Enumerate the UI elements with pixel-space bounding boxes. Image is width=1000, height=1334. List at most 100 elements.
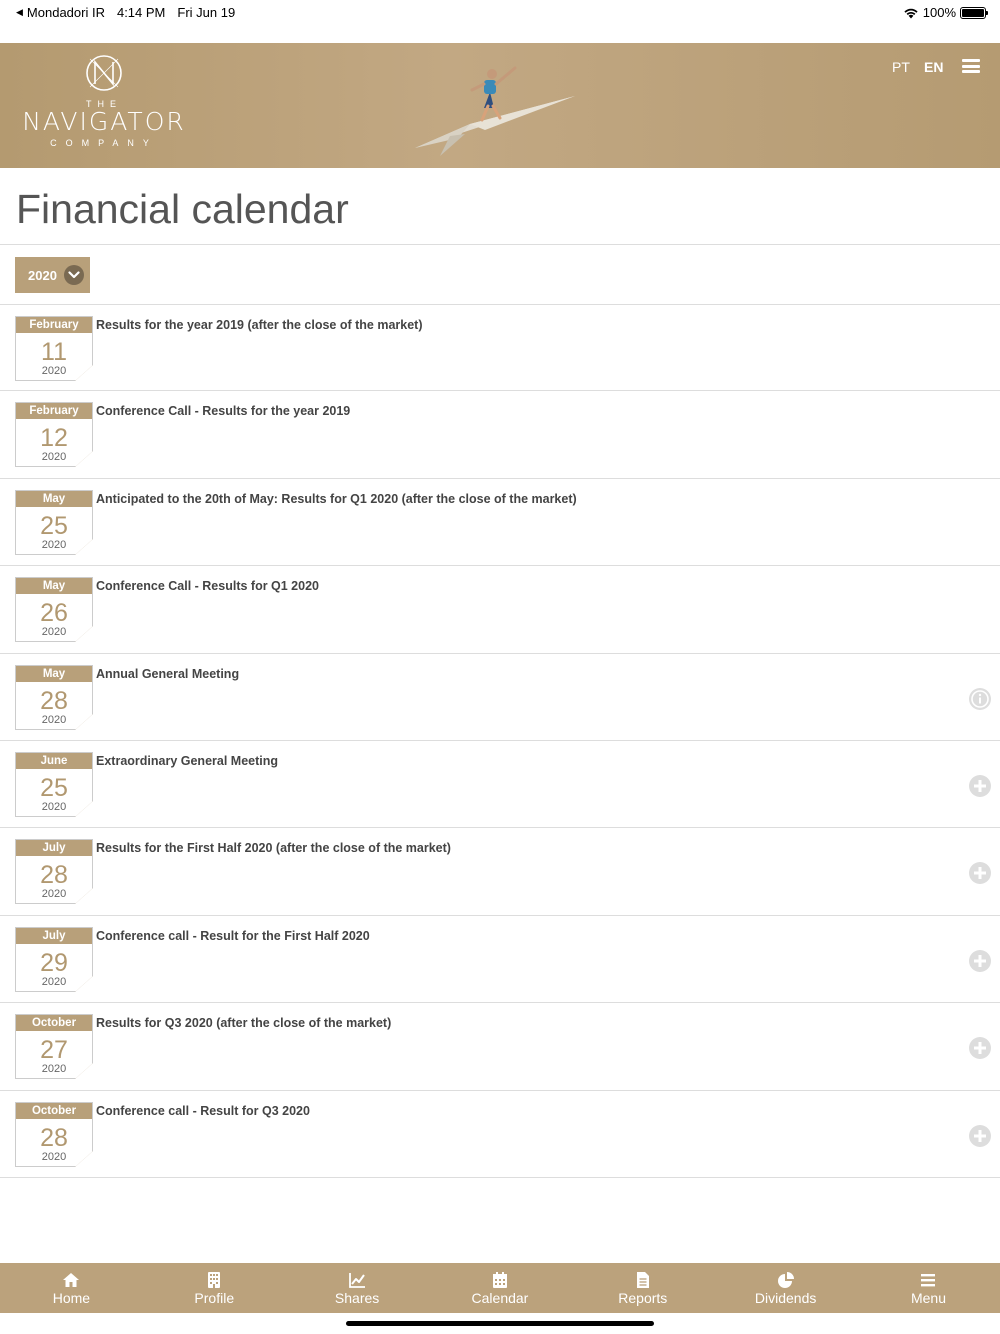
navigator-logo[interactable]: THE NAVIGATOR COMPANY: [14, 53, 194, 148]
language-en-link[interactable]: EN: [924, 59, 943, 75]
page-curl-corner: [75, 975, 93, 992]
event-day: 11: [41, 338, 67, 366]
pie-chart-icon: [777, 1271, 794, 1288]
bottom-tab-bar: Home Profile Shares Calendar Reports Div…: [0, 1263, 1000, 1313]
event-day: 29: [40, 948, 68, 977]
paper-plane-surfer-illustration: [415, 66, 575, 156]
event-month: May: [16, 578, 92, 595]
page-curl-corner: [75, 1150, 93, 1167]
tab-label: Shares: [334, 1289, 380, 1306]
battery-percent: 100%: [922, 5, 956, 20]
list-item[interactable]: October 27 2020 Results for Q3 2020 (aft…: [0, 1003, 1000, 1091]
tab-calendar[interactable]: Calendar: [429, 1263, 572, 1313]
title-divider: [0, 244, 1000, 245]
year-select[interactable]: 2020: [15, 257, 90, 293]
info-icon[interactable]: [969, 687, 991, 710]
calendar-date-badge: May 25 2020: [15, 489, 93, 555]
navigator-logo-icon: [86, 55, 122, 91]
calendar-date-badge: July 28 2020: [15, 839, 93, 905]
event-day: 27: [40, 1036, 68, 1065]
calendar-date-badge: June 25 2020: [15, 751, 93, 817]
calendar-date-badge: February 11 2020: [15, 316, 93, 381]
tab-dividends[interactable]: Dividends: [714, 1263, 857, 1313]
event-day: 12: [40, 424, 68, 453]
event-title[interactable]: Conference Call - Results for Q1 2020: [96, 579, 319, 593]
document-icon: [636, 1271, 649, 1288]
plus-icon[interactable]: [969, 1124, 991, 1147]
logo-name: NAVIGATOR: [22, 107, 186, 136]
tab-label: Reports: [618, 1289, 668, 1306]
event-month: February: [16, 403, 92, 420]
event-title[interactable]: Conference call - Result for Q3 2020: [96, 1104, 310, 1118]
event-month: October: [16, 1015, 92, 1032]
event-month: October: [16, 1102, 92, 1119]
event-title[interactable]: Results for the First Half 2020 (after t…: [96, 841, 451, 855]
calendar-date-badge: October 28 2020: [15, 1101, 93, 1167]
tab-label: Calendar: [471, 1289, 529, 1306]
tab-shares[interactable]: Shares: [286, 1263, 429, 1313]
list-item[interactable]: May 26 2020 Conference Call - Results fo…: [0, 566, 1000, 654]
event-title[interactable]: Conference Call - Results for the year 2…: [96, 404, 350, 418]
page-curl-corner: [75, 626, 93, 643]
list-item[interactable]: October 28 2020 Conference call - Result…: [0, 1091, 1000, 1178]
hamburger-menu-icon[interactable]: [962, 59, 980, 73]
tab-label: Menu: [910, 1289, 946, 1306]
building-icon: [208, 1271, 221, 1288]
back-arrow-icon[interactable]: ◀: [16, 7, 23, 22]
calendar-icon: [492, 1271, 507, 1288]
calendar-date-badge: July 29 2020: [15, 926, 93, 992]
wifi-icon: [904, 8, 918, 18]
plus-icon[interactable]: [969, 774, 991, 797]
app-header: THE NAVIGATOR COMPANY PT EN: [0, 43, 1000, 168]
plus-icon[interactable]: [969, 862, 991, 885]
status-bar: ◀ Mondadori IR 4:14 PM Fri Jun 19 100%: [0, 0, 1000, 43]
back-app-label[interactable]: Mondadori IR: [27, 5, 105, 20]
tab-profile[interactable]: Profile: [143, 1263, 286, 1313]
event-month: February: [16, 317, 92, 333]
event-title[interactable]: Extraordinary General Meeting: [96, 754, 278, 768]
event-title[interactable]: Anticipated to the 20th of May: Results …: [96, 492, 577, 506]
list-item[interactable]: February 12 2020 Conference Call - Resul…: [0, 391, 1000, 479]
event-day: 26: [40, 599, 68, 628]
year-select-value: 2020: [28, 267, 57, 283]
event-day: 28: [40, 686, 68, 715]
list-item[interactable]: June 25 2020 Extraordinary General Meeti…: [0, 741, 1000, 829]
list-item[interactable]: May 25 2020 Anticipated to the 20th of M…: [0, 479, 1000, 567]
event-month: July: [16, 840, 92, 857]
list-item[interactable]: July 28 2020 Results for the First Half …: [0, 828, 1000, 916]
page-curl-corner: [75, 713, 93, 730]
event-month: June: [16, 752, 92, 769]
event-list: February 11 2020 Results for the year 20…: [0, 304, 1000, 1178]
event-day: 25: [40, 511, 68, 540]
event-title[interactable]: Results for Q3 2020 (after the close of …: [96, 1016, 391, 1030]
tab-menu[interactable]: Menu: [857, 1263, 1000, 1313]
list-item[interactable]: February 11 2020 Results for the year 20…: [0, 304, 1000, 392]
list-item[interactable]: July 29 2020 Conference call - Result fo…: [0, 916, 1000, 1004]
event-title[interactable]: Conference call - Result for the First H…: [96, 929, 370, 943]
home-indicator[interactable]: [346, 1321, 654, 1326]
tab-label: Home: [52, 1289, 91, 1306]
calendar-date-badge: February 12 2020: [15, 402, 93, 468]
plus-icon[interactable]: [969, 1037, 991, 1060]
event-title[interactable]: Results for the year 2019 (after the clo…: [96, 318, 423, 332]
chart-line-icon: [349, 1272, 366, 1288]
page-curl-corner: [75, 538, 93, 555]
calendar-date-badge: May 28 2020: [15, 664, 93, 730]
page-curl-corner: [75, 1063, 93, 1080]
tab-label: Profile: [194, 1289, 235, 1306]
event-month: July: [16, 927, 92, 944]
tab-home[interactable]: Home: [0, 1263, 143, 1313]
tab-reports[interactable]: Reports: [571, 1263, 714, 1313]
list-item[interactable]: May 28 2020 Annual General Meeting: [0, 654, 1000, 741]
status-time: 4:14 PM: [116, 5, 166, 20]
calendar-date-badge: October 27 2020: [15, 1014, 93, 1080]
calendar-date-badge: May 26 2020: [15, 577, 93, 643]
event-day: 28: [40, 861, 68, 890]
event-day: 28: [40, 1123, 68, 1152]
menu-icon: [921, 1273, 936, 1286]
event-title[interactable]: Annual General Meeting: [96, 667, 239, 681]
plus-icon[interactable]: [969, 949, 991, 972]
page-title: Financial calendar: [16, 186, 349, 232]
language-pt-link[interactable]: PT: [892, 59, 910, 75]
event-day: 25: [40, 773, 68, 802]
